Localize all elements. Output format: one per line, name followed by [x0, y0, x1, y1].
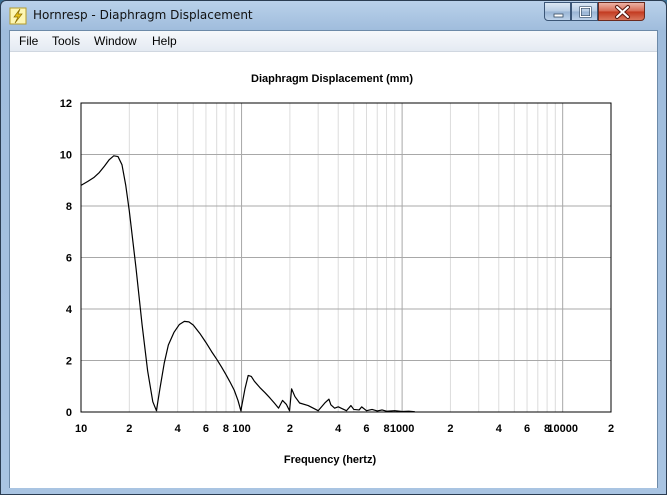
close-button[interactable] [598, 2, 645, 21]
x-axis-label: Frequency (hertz) [284, 454, 377, 466]
plot-area: 0 2 4 6 8 10 12 10 2 4 6 8 100 2 4 6 8 1000 2 4 6 8 10000 2 Diap… [10, 52, 657, 488]
minimize-button[interactable] [544, 2, 571, 21]
y-tick-label: 0 [66, 407, 72, 419]
window-title: Hornresp - Diaphragm Displacement [33, 8, 253, 22]
x-tick-label: 2 [447, 423, 453, 435]
close-icon [615, 5, 630, 19]
menu-help[interactable]: Help [152, 34, 177, 48]
title-bar[interactable]: Hornresp - Diaphragm Displacement [1, 1, 666, 30]
x-tick-label: 6 [363, 423, 369, 435]
lightning-bolt-icon [9, 7, 27, 25]
x-tick-label: 8 [383, 423, 389, 435]
menu-tools[interactable]: Tools [52, 34, 80, 48]
maximize-button[interactable] [571, 2, 598, 21]
x-tick-label: 2 [608, 423, 614, 435]
y-tick-label: 2 [66, 356, 72, 368]
x-tick-label: 2 [287, 423, 293, 435]
chart-title: Diaphragm Displacement (mm) [251, 73, 413, 85]
x-tick-label: 10000 [547, 423, 578, 435]
x-tick-label: 1000 [390, 423, 414, 435]
x-tick-label: 6 [524, 423, 530, 435]
displacement-chart: 02468101210 2 4 6 8 100 2 4 6 8 1000 2 4 6 810000 2Diap… [60, 73, 614, 466]
x-tick-label: 8 [223, 423, 229, 435]
y-tick-label: 8 [66, 201, 72, 213]
menu-window[interactable]: Window [94, 34, 137, 48]
y-tick-label: 10 [60, 150, 72, 162]
x-tick-label: 2 [126, 423, 132, 435]
y-tick-label: 6 [66, 253, 72, 265]
menu-file[interactable]: File [19, 34, 38, 48]
menu-bar: File Tools Window Help [10, 31, 657, 52]
y-tick-label: 4 [66, 304, 73, 316]
minimize-icon [553, 13, 564, 18]
x-tick-label: 4 [496, 423, 503, 435]
x-tick-label: 4 [175, 423, 182, 435]
x-tick-label: 6 [203, 423, 209, 435]
maximize-icon [579, 6, 592, 18]
x-tick-label: 100 [232, 423, 250, 435]
x-tick-label: 4 [335, 423, 342, 435]
app-window: Hornresp - Diaphragm Displacement File T… [0, 0, 667, 495]
client-area: File Tools Window Help 0 2 4 6 8 10 12 10 2 4 6 8 10… [9, 30, 658, 488]
series-line [80, 155, 415, 413]
y-tick-label: 12 [60, 98, 72, 110]
x-tick-label: 10 [75, 423, 87, 435]
